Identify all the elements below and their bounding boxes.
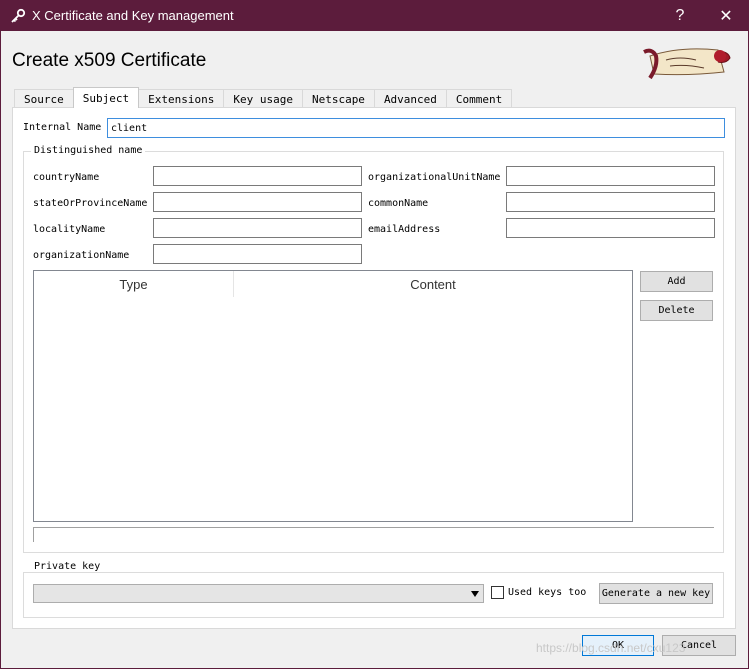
- internal-name-input[interactable]: client: [107, 118, 725, 138]
- table-header: Type Content: [34, 271, 632, 297]
- tab-subject[interactable]: Subject: [72, 87, 140, 108]
- column-header-type[interactable]: Type: [34, 271, 234, 297]
- country-name-label: countryName: [33, 172, 100, 183]
- tab-comment[interactable]: Comment: [445, 89, 513, 108]
- state-input[interactable]: [153, 192, 362, 212]
- tab-netscape[interactable]: Netscape: [301, 89, 375, 108]
- organization-label: organizationName: [33, 250, 130, 261]
- tab-extensions[interactable]: Extensions: [138, 89, 225, 108]
- add-button[interactable]: Add: [640, 271, 713, 292]
- app-logo-icon: [643, 48, 731, 80]
- close-icon: ✕: [719, 7, 733, 25]
- used-keys-label: Used keys too: [508, 587, 587, 598]
- page-title: Create x509 Certificate: [12, 50, 207, 71]
- tab-bar: Source Subject Extensions Key usage Nets…: [14, 87, 513, 108]
- tab-key-usage[interactable]: Key usage: [223, 89, 303, 108]
- org-unit-input[interactable]: [506, 166, 715, 186]
- locality-label: localityName: [33, 224, 106, 235]
- generate-key-button[interactable]: Generate a new key: [599, 583, 713, 604]
- subject-tab-panel: Internal Name client Distinguished name …: [12, 107, 736, 629]
- private-key-select[interactable]: [33, 584, 484, 603]
- email-input[interactable]: [506, 218, 715, 238]
- distinguished-name-title: Distinguished name: [31, 145, 146, 156]
- horizontal-scrollbar[interactable]: [33, 527, 714, 542]
- used-keys-checkbox[interactable]: [491, 586, 504, 599]
- help-icon: ?: [675, 6, 685, 24]
- common-name-label: commonName: [368, 198, 429, 209]
- common-name-input[interactable]: [506, 192, 715, 212]
- watermark-text: https://blog.csdn.net/cxu123: [536, 641, 686, 655]
- state-label: stateOrProvinceName: [33, 198, 148, 209]
- close-button[interactable]: ✕: [703, 0, 749, 31]
- help-button[interactable]: ?: [657, 0, 703, 31]
- window-title: X Certificate and Key management: [32, 8, 234, 23]
- locality-input[interactable]: [153, 218, 362, 238]
- email-label: emailAddress: [368, 224, 441, 235]
- window-titlebar: X Certificate and Key management ? ✕: [0, 0, 749, 31]
- chevron-down-icon: [471, 591, 479, 597]
- private-key-title: Private key: [31, 561, 104, 572]
- country-name-input[interactable]: [153, 166, 362, 186]
- delete-button[interactable]: Delete: [640, 300, 713, 321]
- tab-source[interactable]: Source: [14, 89, 74, 108]
- column-header-content[interactable]: Content: [234, 271, 632, 297]
- organization-input[interactable]: [153, 244, 362, 264]
- internal-name-label: Internal Name: [23, 122, 102, 133]
- tab-advanced[interactable]: Advanced: [373, 89, 447, 108]
- subject-entries-table[interactable]: Type Content: [33, 270, 633, 522]
- org-unit-label: organizationalUnitName: [368, 172, 501, 183]
- key-icon: [11, 8, 26, 23]
